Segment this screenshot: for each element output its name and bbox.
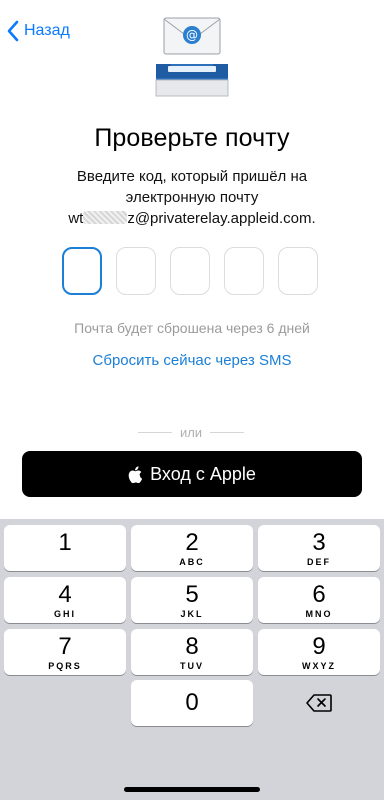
key-digit: 4	[58, 581, 72, 608]
key-digit: 3	[312, 529, 326, 556]
code-digit-3[interactable]	[170, 247, 210, 295]
code-digit-2[interactable]	[116, 247, 156, 295]
backspace-icon	[306, 694, 332, 712]
key-digit: 5	[185, 581, 199, 608]
reset-hint: Почта будет сброшена через 6 дней	[74, 320, 310, 336]
envelope-icon: @	[155, 17, 229, 97]
divider-line-right	[210, 431, 245, 433]
key-7[interactable]: 7 PQRS	[4, 629, 126, 675]
key-3[interactable]: 3 DEF	[258, 525, 380, 571]
key-digit: 7	[58, 633, 72, 660]
apple-logo-icon	[128, 465, 143, 483]
key-0[interactable]: 0	[131, 680, 253, 726]
reset-via-sms-link[interactable]: Сбросить сейчас через SMS	[0, 352, 384, 369]
key-digit: 9	[312, 633, 326, 660]
divider-line-left	[138, 431, 172, 433]
key-letters: GHI	[53, 609, 76, 619]
home-indicator	[124, 787, 260, 792]
key-5[interactable]: 5 JKL	[131, 577, 253, 623]
delete-key[interactable]	[258, 680, 380, 726]
key-letters: MNO	[305, 609, 333, 619]
key-letters: WXYZ	[302, 661, 336, 671]
mail-illustration: @	[150, 14, 230, 100]
key-letters: DEF	[307, 557, 331, 567]
svg-text:@: @	[186, 28, 198, 42]
key-letters: JKL	[180, 609, 204, 619]
email-prefix: wt	[68, 210, 84, 227]
key-digit: 6	[312, 581, 326, 608]
key-digit: 1	[58, 529, 72, 556]
apple-button-label: Вход с Apple	[150, 463, 256, 484]
key-2[interactable]: 2 ABC	[131, 525, 253, 571]
masked-email-part	[83, 211, 128, 224]
key-letters: TUV	[180, 661, 204, 671]
verification-code-input	[62, 247, 322, 295]
key-4[interactable]: 4 GHI	[4, 577, 126, 623]
code-digit-5[interactable]	[278, 247, 318, 295]
back-label: Назад	[24, 22, 70, 39]
code-digit-4[interactable]	[224, 247, 264, 295]
email-suffix: z@privaterelay.appleid.com.	[127, 210, 316, 227]
key-9[interactable]: 9 WXYZ	[258, 629, 380, 675]
chevron-left-icon	[7, 20, 19, 42]
back-button[interactable]: Назад	[6, 18, 70, 44]
key-1[interactable]: 1	[4, 525, 126, 571]
divider-label: или	[179, 424, 203, 440]
key-letters: PQRS	[48, 661, 82, 671]
or-divider: или	[138, 424, 245, 440]
code-digit-1[interactable]	[62, 247, 102, 295]
instructions-line-1: Введите код, который пришёл на	[76, 168, 308, 185]
key-6[interactable]: 6 MNO	[258, 577, 380, 623]
key-8[interactable]: 8 TUV	[131, 629, 253, 675]
sign-in-with-apple-button[interactable]: Вход с Apple	[22, 451, 362, 497]
page-title: Проверьте почту	[94, 124, 290, 152]
instructions-text: Введите код, который пришёл на электронн…	[20, 166, 364, 229]
instructions-line-2: электронную почту	[125, 189, 259, 206]
key-letters: ABC	[179, 557, 205, 567]
key-digit: 2	[185, 529, 199, 556]
email-address: wt z@privaterelay.appleid.com.	[20, 208, 364, 229]
key-digit: 8	[185, 633, 199, 660]
key-digit: 0	[185, 689, 199, 716]
numeric-keypad: 1 2 ABC 3 DEF 4 GHI 5 JKL 6 MNO 7 PQRS 8…	[0, 519, 384, 800]
